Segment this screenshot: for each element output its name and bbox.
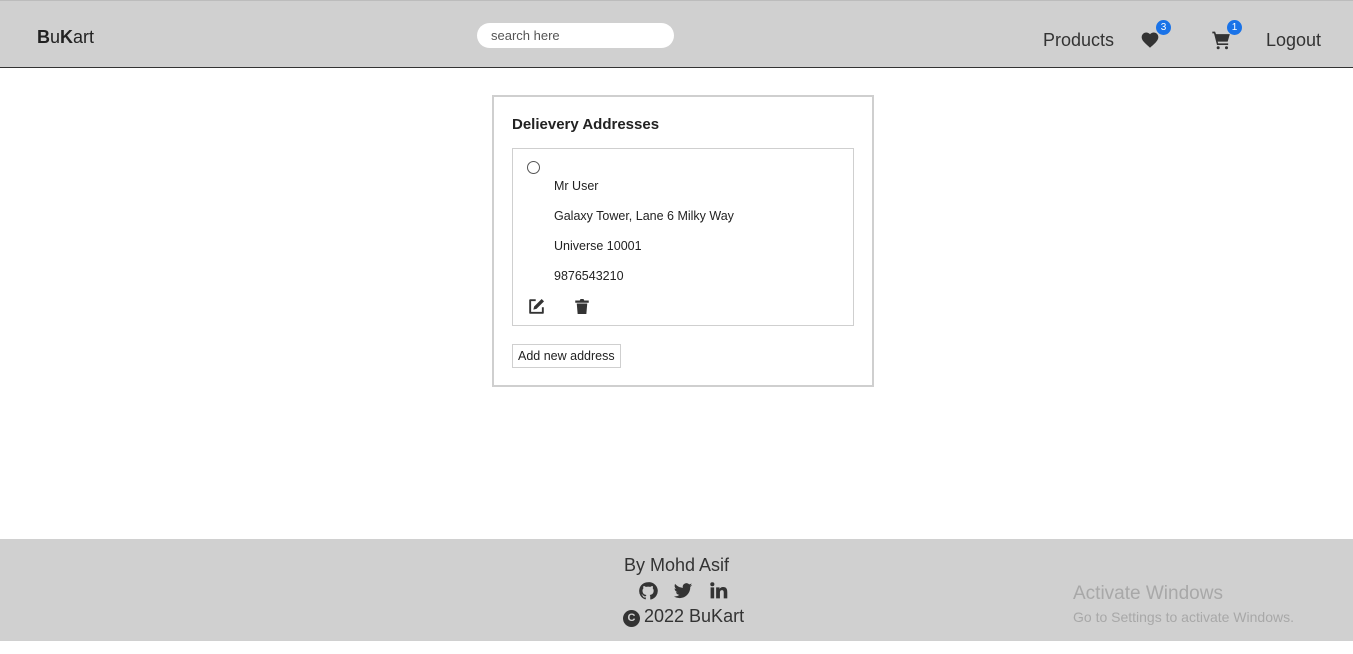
footer: By Mohd Asif C 2022 BuKart Activate Windo… (0, 539, 1353, 641)
twitter-link[interactable] (673, 581, 693, 601)
address-item: Mr User Galaxy Tower, Lane 6 Milky Way U… (512, 148, 854, 326)
card-title: Delievery Addresses (512, 116, 660, 133)
copyright-icon: C (623, 610, 640, 627)
address-street: Galaxy Tower, Lane 6 Milky Way (554, 209, 734, 223)
cart-count-badge: 1 (1227, 20, 1242, 35)
brand-logo[interactable]: BuKart (37, 27, 94, 48)
footer-byline: By Mohd Asif (623, 555, 730, 575)
delete-address-button[interactable] (573, 297, 593, 317)
cart-button[interactable]: 1 (1211, 20, 1242, 52)
copyright-text: 2022 BuKart (644, 606, 745, 626)
github-icon (639, 582, 658, 600)
address-name: Mr User (554, 179, 599, 193)
edit-icon (529, 298, 545, 314)
watermark-title: Activate Windows (1073, 583, 1223, 604)
linkedin-link[interactable] (708, 581, 728, 601)
address-phone: 9876543210 (554, 269, 624, 283)
heart-icon (1141, 32, 1159, 48)
add-new-address-button[interactable]: Add new address (512, 344, 621, 368)
address-select-radio[interactable] (527, 161, 540, 174)
search-input[interactable] (477, 23, 674, 48)
footer-copyright: C 2022 BuKart (623, 606, 744, 627)
windows-activation-watermark: Activate Windows Go to Settings to activ… (1073, 583, 1294, 625)
watermark-subtitle: Go to Settings to activate Windows. (1073, 609, 1294, 625)
trash-icon (575, 299, 589, 314)
logout-link[interactable]: Logout (1266, 30, 1321, 51)
linkedin-icon (709, 582, 727, 599)
wishlist-count-badge: 3 (1156, 20, 1171, 35)
github-link[interactable] (638, 581, 658, 601)
wishlist-button[interactable]: 3 (1140, 20, 1171, 52)
twitter-icon (673, 583, 693, 599)
nav-products-link[interactable]: Products (1043, 30, 1114, 51)
address-city-zip: Universe 10001 (554, 239, 642, 253)
delivery-addresses-card: Delievery Addresses Mr User Galaxy Tower… (492, 95, 874, 387)
top-navbar: BuKart Products 3 1 Logout (0, 0, 1353, 68)
edit-address-button[interactable] (527, 297, 547, 317)
